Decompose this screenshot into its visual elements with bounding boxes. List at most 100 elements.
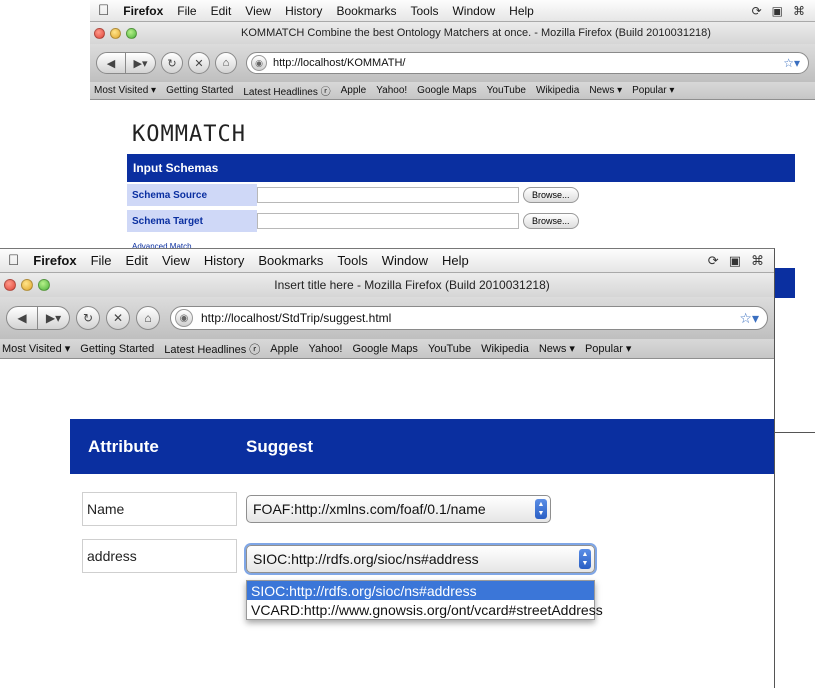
close-window-icon[interactable]: [94, 27, 105, 39]
sync-icon[interactable]: ⟳: [752, 4, 762, 18]
bookmark-latest-headlines[interactable]: Latest Headlines ⓡ: [243, 83, 330, 98]
menu-file[interactable]: File: [177, 4, 196, 18]
menu-file[interactable]: File: [91, 253, 112, 268]
url-bar[interactable]: ◉ http://localhost/KOMMATH/ ☆▾: [246, 52, 809, 74]
url-text[interactable]: http://localhost/StdTrip/suggest.html: [201, 311, 391, 325]
reload-button[interactable]: ↻: [161, 52, 183, 74]
bookmark-apple[interactable]: Apple: [270, 343, 298, 355]
schema-source-input[interactable]: [257, 187, 519, 203]
site-identity-icon[interactable]: ◉: [175, 309, 193, 327]
bookmark-most-visited[interactable]: Most Visited ▾: [94, 85, 156, 96]
suggestion-select-value: FOAF:http://xmlns.com/foaf/0.1/name: [253, 501, 486, 517]
bookmark-google-maps[interactable]: Google Maps: [353, 343, 418, 355]
menu-window[interactable]: Window: [452, 4, 495, 18]
bookmark-star-icon[interactable]: ☆▾: [739, 310, 759, 327]
bookmark-popular[interactable]: Popular ▾: [632, 85, 674, 96]
background-browser-window:  Firefox File Edit View History Bookmar…: [90, 0, 815, 250]
zoom-window-icon[interactable]: [38, 279, 50, 291]
suggestion-select-address[interactable]: SIOC:http://rdfs.org/sioc/ns#address ▲ ▼: [246, 545, 595, 573]
site-identity-icon[interactable]: ◉: [251, 55, 267, 71]
kommatch-logo: KOMMATCH: [132, 122, 246, 147]
bookmark-latest-headlines[interactable]: Latest Headlines ⓡ: [164, 341, 260, 357]
bookmark-star-icon[interactable]: ☆▾: [783, 56, 800, 70]
attribute-name-field[interactable]: Name: [82, 492, 237, 526]
menu-help[interactable]: Help: [509, 4, 534, 18]
menu-history[interactable]: History: [285, 4, 322, 18]
suggestion-dropdown-list: SIOC:http://rdfs.org/sioc/ns#address VCA…: [246, 580, 603, 620]
menu-bookmarks[interactable]: Bookmarks: [258, 253, 323, 268]
display-icon[interactable]: ▣: [772, 4, 783, 18]
select-stepper-icon: ▲ ▼: [535, 499, 547, 519]
menu-window[interactable]: Window: [382, 253, 428, 268]
bookmark-wikipedia[interactable]: Wikipedia: [481, 343, 529, 355]
sync-icon[interactable]: ⟳: [708, 253, 719, 269]
menu-app-firefox[interactable]: Firefox: [33, 253, 76, 268]
kommatch-page: KOMMATCH Input Schemas Schema Source Bro…: [90, 100, 815, 250]
back-forward-group: ◀ ▶▾: [6, 306, 70, 330]
menu-view[interactable]: View: [162, 253, 190, 268]
bookmark-yahoo[interactable]: Yahoo!: [376, 85, 407, 96]
menu-bookmarks[interactable]: Bookmarks: [336, 4, 396, 18]
menu-help[interactable]: Help: [442, 253, 469, 268]
menu-history[interactable]: History: [204, 253, 244, 268]
apple-logo-icon[interactable]: : [98, 2, 109, 19]
home-button[interactable]: ⌂: [215, 52, 237, 74]
menu-view[interactable]: View: [245, 4, 271, 18]
home-button[interactable]: ⌂: [136, 306, 160, 330]
system-tray: ⟳ ▣ ⌘: [708, 249, 764, 272]
bookmark-getting-started[interactable]: Getting Started: [166, 85, 233, 96]
display-icon[interactable]: ▣: [729, 253, 741, 269]
suggest-page: Attribute Suggest Name FOAF:http://xmlns…: [0, 359, 774, 688]
menu-edit[interactable]: Edit: [126, 253, 148, 268]
bookmark-youtube[interactable]: YouTube: [428, 343, 471, 355]
bookmarks-toolbar: Most Visited ▾ Getting Started Latest He…: [90, 82, 815, 100]
menu-edit[interactable]: Edit: [211, 4, 232, 18]
bookmark-news[interactable]: News ▾: [539, 342, 575, 355]
reload-button[interactable]: ↻: [76, 306, 100, 330]
bookmark-news[interactable]: News ▾: [589, 85, 622, 96]
bookmark-youtube[interactable]: YouTube: [487, 85, 526, 96]
bookmark-google-maps[interactable]: Google Maps: [417, 85, 476, 96]
back-button[interactable]: ◀: [6, 306, 38, 330]
bookmark-getting-started[interactable]: Getting Started: [80, 343, 154, 355]
back-button[interactable]: ◀: [96, 52, 126, 74]
dropdown-option-sioc-address[interactable]: SIOC:http://rdfs.org/sioc/ns#address: [247, 581, 594, 600]
bookmarks-toolbar: Most Visited ▾ Getting Started Latest He…: [0, 339, 774, 359]
bookmark-popular[interactable]: Popular ▾: [585, 342, 632, 355]
stop-button[interactable]: ✕: [106, 306, 130, 330]
forward-button[interactable]: ▶▾: [38, 306, 70, 330]
suggestion-select-name[interactable]: FOAF:http://xmlns.com/foaf/0.1/name ▲ ▼: [246, 495, 551, 523]
schema-target-browse-button[interactable]: Browse...: [523, 213, 579, 229]
dropdown-option-vcard-street-address[interactable]: VCARD:http://www.gnowsis.org/ont/vcard#s…: [247, 600, 603, 619]
bookmark-most-visited[interactable]: Most Visited ▾: [2, 342, 70, 355]
back-arrow-icon: ◀: [17, 311, 27, 325]
home-icon: ⌂: [144, 311, 152, 325]
reload-icon: ↻: [82, 311, 94, 325]
minimize-window-icon[interactable]: [110, 27, 121, 39]
url-bar[interactable]: ◉ http://localhost/StdTrip/suggest.html …: [170, 306, 768, 330]
minimize-window-icon[interactable]: [21, 279, 33, 291]
input-schemas-header: Input Schemas: [127, 154, 795, 182]
url-text[interactable]: http://localhost/KOMMATH/: [273, 57, 405, 69]
bookmark-wikipedia[interactable]: Wikipedia: [536, 85, 579, 96]
bookmark-apple[interactable]: Apple: [341, 85, 367, 96]
zoom-window-icon[interactable]: [126, 27, 137, 39]
wifi-icon[interactable]: ⌘: [793, 4, 805, 18]
window-titlebar: KOMMATCH Combine the best Ontology Match…: [90, 22, 815, 44]
suggest-table-header: Attribute Suggest: [70, 419, 774, 474]
attribute-address-field[interactable]: address: [82, 539, 237, 573]
schema-source-browse-button[interactable]: Browse...: [523, 187, 579, 203]
back-arrow-icon: ◀: [106, 57, 116, 70]
stop-button[interactable]: ✕: [188, 52, 210, 74]
forward-button[interactable]: ▶▾: [126, 52, 156, 74]
close-window-icon[interactable]: [4, 279, 16, 291]
wifi-icon[interactable]: ⌘: [751, 253, 764, 269]
window-controls: [94, 27, 137, 39]
apple-logo-icon[interactable]: : [8, 252, 19, 269]
menu-app-firefox[interactable]: Firefox: [123, 4, 163, 18]
bookmark-yahoo[interactable]: Yahoo!: [308, 343, 342, 355]
schema-target-input[interactable]: [257, 213, 519, 229]
reload-icon: ↻: [167, 57, 177, 70]
menu-tools[interactable]: Tools: [410, 4, 438, 18]
menu-tools[interactable]: Tools: [337, 253, 367, 268]
